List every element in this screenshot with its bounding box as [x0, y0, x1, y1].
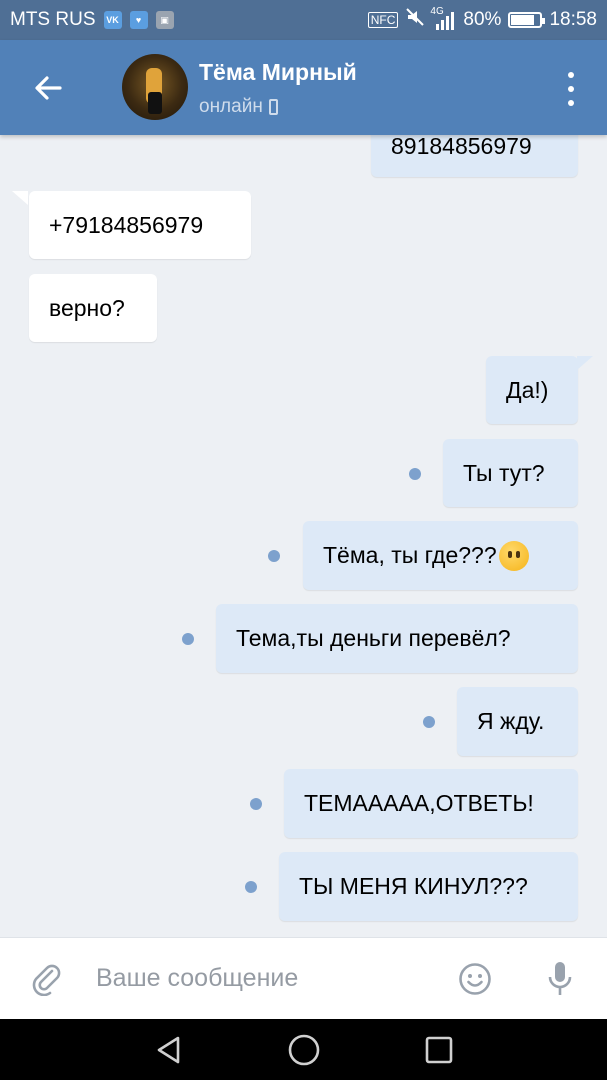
signal-icon: 4G [430, 6, 456, 30]
message-bubble-outgoing[interactable]: Тема,ты деньги перевёл? [216, 604, 578, 673]
message-bubble-outgoing[interactable]: Да!) [486, 356, 578, 424]
bubble-tail [577, 356, 593, 370]
message-bubble-outgoing[interactable]: Я жду. [457, 687, 578, 756]
carrier-label: MTS RUS [10, 9, 96, 30]
clock: 18:58 [549, 9, 597, 30]
message-text: Я жду. [477, 708, 545, 734]
bubble-tail [12, 191, 28, 205]
avatar[interactable] [122, 54, 188, 120]
message-input[interactable] [96, 958, 436, 998]
nfc-icon: NFC [367, 12, 399, 28]
unread-indicator [423, 716, 435, 728]
status-bar: MTS RUS VK ♥ ▣ NFC 4G 80% 18:58 [0, 0, 607, 40]
paperclip-icon[interactable] [30, 962, 64, 997]
battery-percent: 80% [463, 9, 502, 30]
more-vert-icon[interactable] [563, 72, 579, 106]
message-text: 89184856979 [391, 135, 532, 159]
nav-back-icon[interactable] [152, 1033, 186, 1067]
message-bubble-incoming[interactable]: верно? [29, 274, 157, 342]
phone-icon [268, 99, 278, 115]
message-list[interactable]: 89184856979 +79184856979 верно? Да!) Ты … [0, 135, 607, 937]
battery-fill [511, 15, 534, 25]
message-bubble-outgoing[interactable]: Тёма, ты где??? [303, 521, 578, 590]
microphone-icon[interactable] [546, 960, 574, 998]
contact-status: онлайн [199, 96, 278, 118]
message-bubble-incoming[interactable]: +79184856979 [29, 191, 251, 259]
message-text: ТЕМААААА,ОТВЕТЬ! [304, 790, 534, 816]
message-bubble-outgoing[interactable]: Ты тут? [443, 439, 578, 507]
health-notification-icon: ♥ [129, 11, 148, 29]
unread-indicator [245, 881, 257, 893]
vk-notification-icon: VK [103, 11, 122, 29]
smiley-icon[interactable] [458, 962, 492, 996]
battery-icon [508, 12, 546, 28]
message-text: Тёма, ты где??? [323, 542, 497, 568]
message-text: +79184856979 [49, 211, 204, 238]
nav-home-icon[interactable] [287, 1033, 321, 1067]
message-text: Да!) [506, 376, 549, 403]
message-text: Ты тут? [463, 459, 545, 486]
message-bubble-outgoing[interactable]: 89184856979 [371, 135, 578, 177]
message-text: верно? [49, 294, 125, 321]
mute-icon [405, 7, 425, 33]
back-arrow-icon[interactable] [30, 70, 66, 106]
message-text: Тема,ты деньги перевёл? [236, 625, 511, 651]
contact-status-label: онлайн [199, 96, 263, 117]
unread-indicator [250, 798, 262, 810]
nav-recents-icon[interactable] [423, 1034, 455, 1066]
face-without-mouth-emoji [498, 540, 529, 571]
network-type-label: 4G [430, 6, 444, 17]
message-bubble-outgoing[interactable]: ТЕМААААА,ОТВЕТЬ! [284, 769, 578, 838]
chat-header: Тёма Мирный онлайн [0, 40, 607, 135]
unread-indicator [268, 550, 280, 562]
gallery-notification-icon: ▣ [155, 11, 174, 29]
message-composer [0, 937, 607, 1019]
message-bubble-outgoing[interactable]: ТЫ МЕНЯ КИНУЛ??? [279, 852, 578, 921]
system-nav-bar [0, 1019, 607, 1080]
message-text: ТЫ МЕНЯ КИНУЛ??? [299, 873, 528, 899]
contact-name[interactable]: Тёма Мирный [199, 59, 357, 86]
unread-indicator [182, 633, 194, 645]
unread-indicator [409, 468, 421, 480]
